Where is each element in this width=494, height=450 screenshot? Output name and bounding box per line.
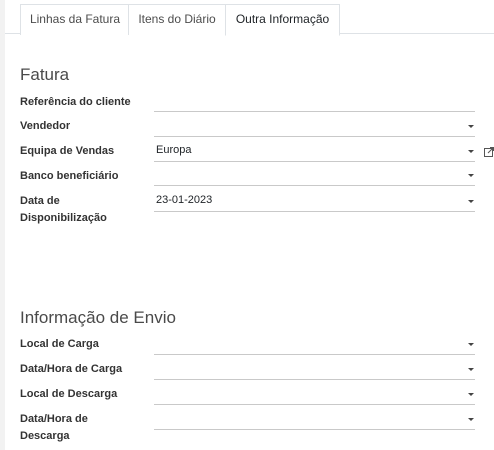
equipa-vendas-select[interactable]: Europa xyxy=(154,142,475,162)
caret-down-icon[interactable] xyxy=(468,125,474,128)
caret-down-icon[interactable] xyxy=(468,150,474,153)
label-data-hora-descarga-line2: Descarga xyxy=(20,430,70,442)
data-hora-descarga-input[interactable] xyxy=(154,410,475,430)
label-vendedor: Vendedor xyxy=(20,120,71,132)
label-referencia-cliente: Referência do cliente xyxy=(20,96,131,108)
label-banco-beneficiario: Banco beneficiário xyxy=(20,170,119,182)
form-sheet: Linhas da Fatura Itens do Diário Outra I… xyxy=(5,0,494,450)
label-data-disponibilizacao-line2: Disponibilização xyxy=(20,212,107,224)
data-hora-carga-input[interactable] xyxy=(154,360,475,380)
caret-down-icon[interactable] xyxy=(468,418,474,421)
referencia-cliente-input[interactable] xyxy=(154,92,475,112)
label-local-descarga: Local de Descarga xyxy=(20,388,118,400)
tab-itens-do-diario[interactable]: Itens do Diário xyxy=(128,4,226,35)
caret-down-icon[interactable] xyxy=(468,174,474,177)
label-equipa-vendas: Equipa de Vendas xyxy=(20,145,115,157)
data-disponibilizacao-input[interactable]: 23-01-2023 xyxy=(154,192,475,212)
label-local-carga: Local de Carga xyxy=(20,338,99,350)
tab-linhas-da-fatura[interactable]: Linhas da Fatura xyxy=(20,4,129,35)
external-link-icon[interactable] xyxy=(484,147,494,157)
label-data-hora-carga: Data/Hora de Carga xyxy=(20,363,123,375)
tab-outra-informacao[interactable]: Outra Informação xyxy=(225,4,340,36)
caret-down-icon[interactable] xyxy=(468,200,474,203)
label-data-hora-descarga: Data/Hora de Descarga xyxy=(20,411,88,445)
data-disponibilizacao-value: 23-01-2023 xyxy=(156,194,213,206)
section-title-fatura: Fatura xyxy=(20,65,70,84)
local-carga-select[interactable] xyxy=(154,335,475,355)
vendedor-select[interactable] xyxy=(154,117,475,137)
label-data-disponibilizacao-line1: Data de xyxy=(20,195,60,207)
caret-down-icon[interactable] xyxy=(468,368,474,371)
caret-down-icon[interactable] xyxy=(468,343,474,346)
notebook-tabs: Linhas da Fatura Itens do Diário Outra I… xyxy=(5,0,494,36)
caret-down-icon[interactable] xyxy=(468,393,474,396)
section-title-envio: Informação de Envio xyxy=(20,308,176,327)
label-data-hora-descarga-line1: Data/Hora de xyxy=(20,413,88,425)
label-data-disponibilizacao: Data de Disponibilização xyxy=(20,193,107,227)
local-descarga-select[interactable] xyxy=(154,385,475,405)
equipa-vendas-value: Europa xyxy=(156,144,192,156)
banco-beneficiario-select[interactable] xyxy=(154,166,475,186)
